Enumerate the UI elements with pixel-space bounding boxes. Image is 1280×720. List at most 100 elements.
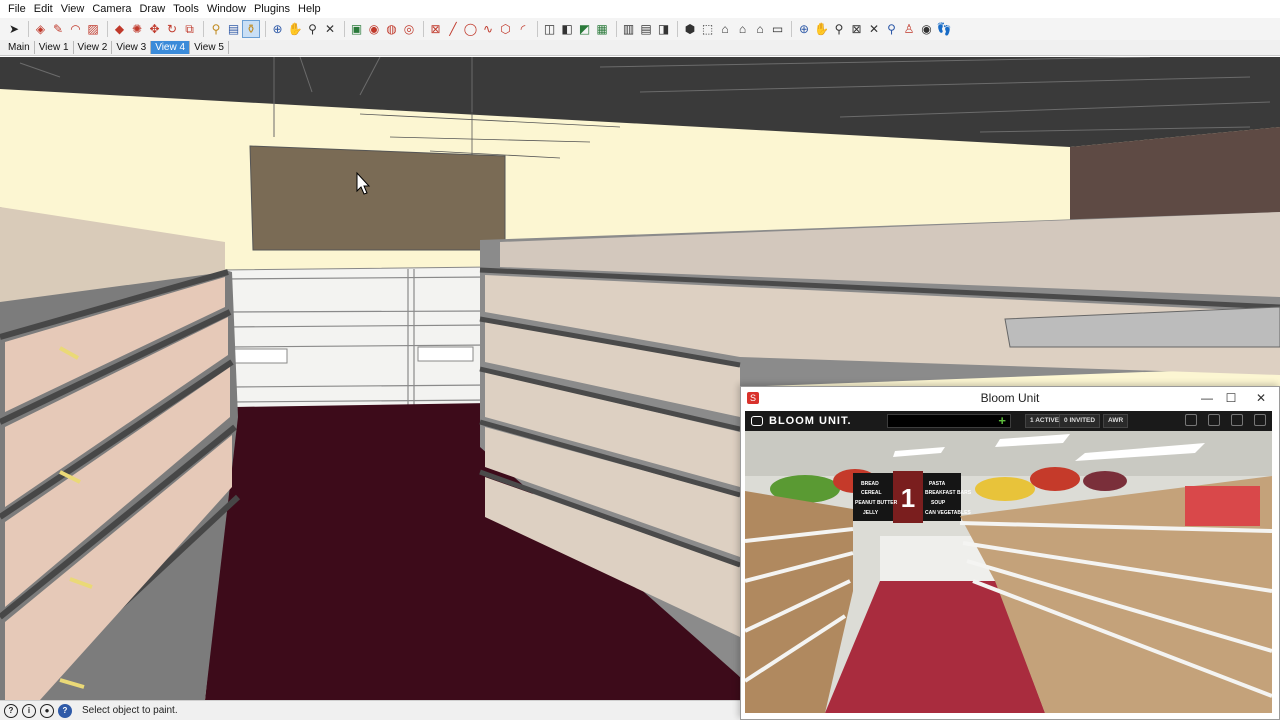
tab-view-1[interactable]: View 1	[35, 41, 74, 54]
warehouse-icon[interactable]: ▣	[349, 21, 365, 37]
refresh-icon[interactable]	[1231, 414, 1243, 426]
orbit-tool-icon[interactable]: ⊕	[796, 21, 812, 37]
tape-measure-icon[interactable]: ⚲	[208, 21, 224, 37]
line-icon[interactable]: ╱	[445, 21, 461, 37]
iso-view-icon[interactable]: ⬢	[682, 21, 698, 37]
arc-icon[interactable]: ◠	[68, 21, 84, 37]
zoom-extents-icon[interactable]: ✕	[322, 21, 338, 37]
hand-pan-icon[interactable]: ✋	[814, 21, 830, 37]
pencil-icon[interactable]: ✎	[50, 21, 66, 37]
toolbar-separator	[203, 21, 204, 37]
window-controls: — ☐ ✕	[1195, 387, 1279, 409]
credits-icon[interactable]: i	[22, 703, 36, 718]
bloom-logo: BLOOM UNIT.	[751, 415, 852, 427]
orbit-icon[interactable]: ⊕	[270, 21, 286, 37]
position-camera-icon[interactable]: ▤	[638, 21, 654, 37]
geo-location-icon[interactable]: ?	[4, 703, 18, 718]
fog-icon[interactable]: ◩	[577, 21, 593, 37]
awr-badge[interactable]: AWR	[1103, 414, 1129, 428]
rectangle-icon[interactable]: ▨	[85, 21, 101, 37]
look-around-icon[interactable]: ◨	[656, 21, 672, 37]
toolbar-separator	[27, 21, 29, 37]
rotate-icon[interactable]: ↻	[164, 21, 180, 37]
bloom-render-view[interactable]: 1 BREAD CEREAL PEANUT BUTTER JELLY PASTA…	[745, 431, 1272, 713]
style-icon[interactable]: ▦	[594, 21, 610, 37]
invited-badge: 0 INVITED	[1059, 414, 1101, 428]
polygon-icon[interactable]: ⬡	[498, 21, 514, 37]
zoom-extents-tool-icon[interactable]: ✕	[866, 21, 882, 37]
settings-icon[interactable]	[1185, 414, 1197, 426]
render-sign-left-item: CEREAL	[861, 490, 882, 496]
menu-file[interactable]: File	[4, 3, 30, 15]
user-icon[interactable]: ●	[40, 703, 54, 718]
shadows-icon[interactable]: ◧	[559, 21, 575, 37]
zoom-icon[interactable]: ⚲	[305, 21, 321, 37]
extension-icon[interactable]: ◎	[401, 21, 417, 37]
help-icon[interactable]: ?	[58, 703, 72, 718]
menu-tools[interactable]: Tools	[169, 3, 203, 15]
push-pull-icon[interactable]: ◆	[112, 21, 128, 37]
minimize-button[interactable]: —	[1195, 387, 1219, 409]
protractor-icon[interactable]: ◜	[515, 21, 531, 37]
circle-icon[interactable]: ◯	[463, 21, 479, 37]
text-icon[interactable]: ▤	[226, 21, 242, 37]
follow-me-icon[interactable]: ✺	[129, 21, 145, 37]
camera-walk-icon[interactable]: ▥	[621, 21, 637, 37]
menu-view[interactable]: View	[57, 3, 89, 15]
bloom-titlebar[interactable]: S Bloom Unit — ☐ ✕	[741, 387, 1279, 409]
sketchup-window: File Edit View Camera Draw Tools Window …	[0, 0, 1280, 720]
scale-icon[interactable]: ⧉	[182, 21, 198, 37]
menu-draw[interactable]: Draw	[135, 3, 169, 15]
tab-main[interactable]: Main	[4, 41, 35, 54]
toolbar-separator	[422, 21, 424, 37]
front-view-icon[interactable]: ⌂	[717, 21, 733, 37]
right-view-icon[interactable]: ⌂	[735, 21, 751, 37]
previous-view-icon[interactable]: ⚲	[884, 21, 900, 37]
maximize-button[interactable]: ☐	[1219, 387, 1243, 409]
main-toolbar: ➤ ◈ ✎ ◠ ▨ ◆ ✺ ✥ ↻ ⧉ ⚲ ▤ ⚱ ⊕ ✋ ⚲ ✕ ▣ ◉ ◍ …	[0, 18, 1280, 40]
back-view-icon[interactable]: ⌂	[752, 21, 768, 37]
toolbar-separator	[677, 21, 678, 37]
look-icon[interactable]: ◉	[919, 21, 935, 37]
move-icon[interactable]: ✥	[147, 21, 163, 37]
menu-plugins[interactable]: Plugins	[250, 3, 294, 15]
tab-view-5[interactable]: View 5	[190, 41, 229, 54]
offset-icon[interactable]: ⊠	[428, 21, 444, 37]
eraser-icon[interactable]: ◈	[33, 21, 49, 37]
share-model-icon[interactable]: ◉	[366, 21, 382, 37]
status-text: Select object to paint.	[82, 705, 178, 716]
left-view-icon[interactable]: ▭	[770, 21, 786, 37]
render-sign-left-item: JELLY	[863, 510, 879, 516]
close-button[interactable]: ✕	[1243, 387, 1279, 409]
tab-view-4[interactable]: View 4	[151, 41, 191, 54]
components-icon[interactable]: ◍	[384, 21, 400, 37]
freehand-icon[interactable]: ∿	[480, 21, 496, 37]
pan-icon[interactable]: ✋	[287, 21, 303, 37]
menu-camera[interactable]: Camera	[88, 3, 135, 15]
invite-input[interactable]: +	[887, 413, 1011, 428]
tab-view-2[interactable]: View 2	[74, 41, 113, 54]
walk-icon[interactable]: ♙	[901, 21, 917, 37]
render-sign-left-item: PEANUT BUTTER	[855, 500, 898, 506]
footprints-icon[interactable]: 👣	[936, 21, 952, 37]
toolbar-separator	[343, 21, 345, 37]
top-view-icon[interactable]: ⬚	[700, 21, 716, 37]
toolbar-separator	[791, 21, 792, 37]
render-sign-left-item: BREAD	[861, 481, 879, 487]
render-ceiling	[745, 431, 1272, 476]
scene-tabs: Main View 1 View 2 View 3 View 4 View 5	[0, 40, 1280, 56]
header-icons	[1174, 414, 1266, 426]
download-icon[interactable]	[1254, 414, 1266, 426]
select-icon[interactable]: ➤	[6, 21, 22, 37]
zoom-window-icon[interactable]: ⊠	[849, 21, 865, 37]
menu-window[interactable]: Window	[203, 3, 250, 15]
paint-bucket-icon[interactable]: ⚱	[242, 20, 260, 38]
view-icon[interactable]	[1208, 414, 1220, 426]
add-icon[interactable]: +	[998, 413, 1006, 428]
menu-help[interactable]: Help	[294, 3, 325, 15]
render-sign-right-item: SOUP	[931, 500, 946, 506]
tab-view-3[interactable]: View 3	[112, 41, 152, 54]
section-plane-icon[interactable]: ◫	[542, 21, 558, 37]
zoom-tool-icon[interactable]: ⚲	[831, 21, 847, 37]
menu-edit[interactable]: Edit	[30, 3, 57, 15]
